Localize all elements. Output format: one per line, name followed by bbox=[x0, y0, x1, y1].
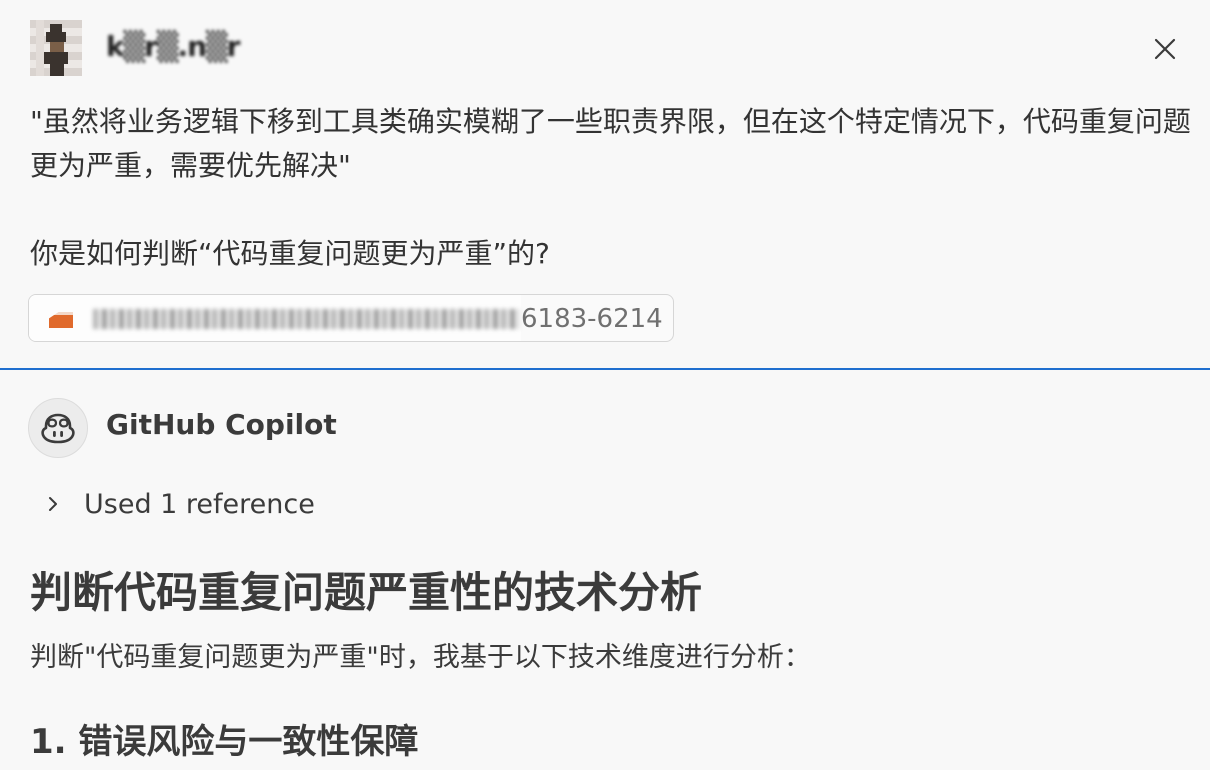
close-icon bbox=[1154, 38, 1176, 60]
close-button[interactable] bbox=[1148, 32, 1182, 66]
assistant-name: GitHub Copilot bbox=[106, 408, 337, 441]
file-reference-chip[interactable]: 6183-6214 bbox=[28, 294, 674, 342]
reference-filename-redacted bbox=[29, 295, 521, 341]
user-question-quote: "虽然将业务逻辑下移到工具类确实模糊了一些职责界限，但在这个特定情况下，代码重复… bbox=[30, 105, 1191, 182]
answer-heading: 判断代码重复问题严重性的技术分析 bbox=[30, 568, 703, 617]
used-references-toggle[interactable]: Used 1 reference bbox=[44, 484, 315, 524]
user-question: 你是如何判断“代码重复问题更为严重”的? bbox=[30, 237, 550, 270]
answer-intro: 判断"代码重复问题更为严重"时，我基于以下技术维度进行分析： bbox=[30, 642, 811, 673]
chevron-right-icon bbox=[44, 495, 62, 513]
copilot-icon bbox=[41, 413, 75, 444]
message-divider bbox=[0, 368, 1210, 370]
answer-section-heading: 1. 错误风险与一致性保障 bbox=[30, 722, 419, 762]
used-references-label: Used 1 reference bbox=[84, 488, 315, 520]
user-message: k▒r▒.n▒r "虽然将业务逻辑下移到工具类确实模糊了一些职责界限，但在这个特… bbox=[0, 0, 1210, 368]
copilot-avatar bbox=[28, 398, 88, 458]
username: k▒r▒.n▒r bbox=[106, 30, 240, 63]
reference-line-range: 6183-6214 bbox=[521, 304, 663, 334]
user-avatar bbox=[30, 20, 82, 76]
